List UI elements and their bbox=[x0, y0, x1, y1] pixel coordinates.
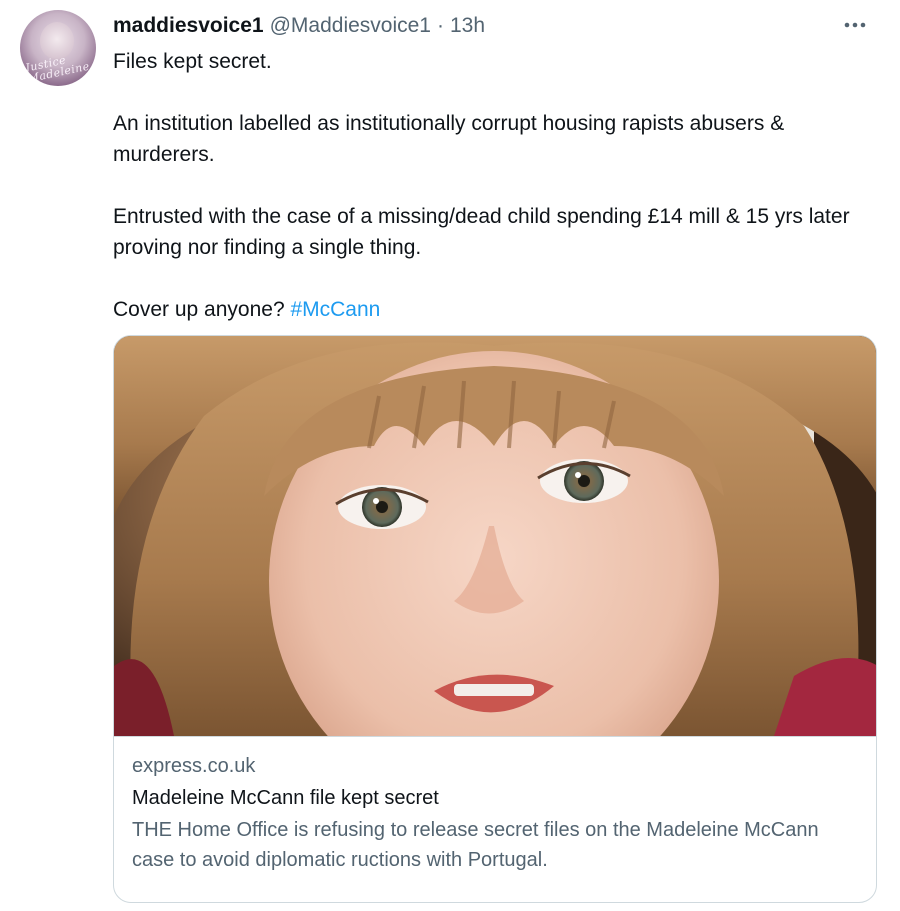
display-name[interactable]: maddiesvoice1 bbox=[113, 14, 264, 38]
avatar-script-text: Justice Madeleine bbox=[24, 53, 91, 86]
tweet-text: Files kept secret. An institution labell… bbox=[113, 46, 873, 325]
tweet: Justice Madeleine maddiesvoice1 @Maddiesv… bbox=[0, 0, 900, 911]
tweet-paragraph: An institution labelled as institutional… bbox=[113, 112, 785, 166]
tweet-paragraph: Files kept secret. bbox=[113, 50, 272, 73]
tweet-paragraph-last: Cover up anyone? #McCann bbox=[113, 294, 873, 325]
tweet-time[interactable]: 13h bbox=[450, 14, 485, 38]
tweet-header: maddiesvoice1 @Maddiesvoice1 · 13h bbox=[113, 12, 485, 40]
card-title: Madeleine McCann file kept secret bbox=[132, 787, 439, 809]
user-handle[interactable]: @Maddiesvoice1 bbox=[270, 14, 431, 38]
separator-dot: · bbox=[437, 14, 444, 37]
more-horizontal-icon[interactable] bbox=[838, 10, 872, 40]
card-description: THE Home Office is refusing to release s… bbox=[132, 819, 819, 871]
card-domain: express.co.uk bbox=[132, 755, 256, 777]
avatar[interactable]: Justice Madeleine bbox=[20, 10, 96, 86]
card-image[interactable] bbox=[114, 336, 876, 737]
hashtag-link[interactable]: #McCann bbox=[290, 298, 380, 321]
child-portrait-photo bbox=[114, 336, 876, 736]
tweet-paragraph: Entrusted with the case of a missing/dea… bbox=[113, 205, 850, 259]
card-meta[interactable]: express.co.uk Madeleine McCann file kept… bbox=[132, 751, 862, 875]
tweet-last-line-text: Cover up anyone? bbox=[113, 298, 291, 321]
link-preview-card[interactable]: express.co.uk Madeleine McCann file kept… bbox=[113, 335, 877, 903]
